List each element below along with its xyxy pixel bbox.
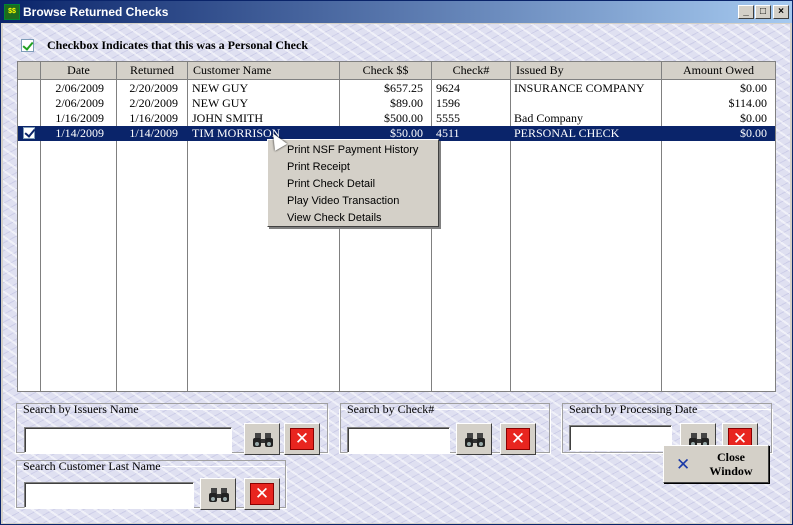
cell-customer: JOHN SMITH (192, 111, 264, 125)
column-header-check-number[interactable]: Check# (432, 62, 511, 80)
cell-check-number: 1596 (436, 96, 460, 110)
search-last-name-group: Search Customer Last Name ✕ (15, 459, 287, 510)
cell-check-amount: $500.00 (384, 111, 423, 125)
cell-returned: 1/16/2009 (129, 111, 178, 125)
table-row[interactable]: 1/16/2009 1/16/2009 JOHN SMITH $500.00 5… (18, 111, 775, 126)
app-icon: $$ (4, 4, 20, 20)
cell-returned: 2/20/2009 (129, 96, 178, 110)
search-check-number-input[interactable] (347, 427, 450, 453)
maximize-button[interactable]: □ (755, 5, 771, 19)
cell-check-amount: $657.25 (384, 81, 423, 95)
column-header-issued-by[interactable]: Issued By (511, 62, 662, 80)
red-x-icon: ✕ (290, 428, 314, 450)
cell-amount-owed: $0.00 (740, 81, 767, 95)
menu-item-print-nsf-payment-history[interactable]: Print NSF Payment History (268, 142, 438, 159)
column-header-check[interactable] (18, 62, 41, 80)
cell-check-number: 5555 (436, 111, 460, 125)
search-processing-date-input[interactable] (569, 425, 672, 451)
find-issuer-button[interactable] (244, 423, 280, 455)
cell-check-number: 4511 (436, 126, 460, 140)
search-processing-date-label: Search by Processing Date (569, 402, 698, 416)
cell-returned: 1/14/2009 (129, 126, 178, 140)
close-label-line2: Window (709, 464, 753, 478)
title-bar[interactable]: $$ Browse Returned Checks _ □ × (1, 1, 792, 23)
search-issuer-label: Search by Issuers Name (23, 402, 139, 416)
close-window-button[interactable]: ✕ Close Window (663, 445, 769, 483)
minimize-button[interactable]: _ (738, 5, 754, 19)
cell-amount-owed: $0.00 (740, 126, 767, 140)
personal-check-legend: Checkbox Indicates that this was a Perso… (21, 38, 308, 53)
cell-amount-owed: $0.00 (740, 111, 767, 125)
window-title: Browse Returned Checks (23, 5, 169, 19)
clear-issuer-button[interactable]: ✕ (284, 423, 320, 455)
cell-date: 2/06/2009 (55, 81, 104, 95)
cell-customer: NEW GUY (192, 81, 249, 95)
column-header-check-amount[interactable]: Check $$ (340, 62, 432, 80)
cell-customer: NEW GUY (192, 96, 249, 110)
binoculars-icon (253, 433, 273, 447)
search-check-number-label: Search by Check# (347, 402, 435, 416)
find-last-name-button[interactable] (200, 478, 236, 510)
table-row[interactable]: 2/06/2009 2/20/2009 NEW GUY $657.25 9624… (18, 81, 775, 96)
column-header-amount-owed[interactable]: Amount Owed (662, 62, 775, 80)
cell-issued-by: INSURANCE COMPANY (514, 81, 645, 95)
menu-item-view-check-details[interactable]: View Check Details (268, 210, 438, 227)
red-x-icon: ✕ (506, 428, 530, 450)
cell-issued-by: PERSONAL CHECK (514, 126, 620, 140)
red-x-icon: ✕ (250, 483, 274, 505)
cell-amount-owed: $114.00 (728, 96, 767, 110)
close-window-title-button[interactable]: × (773, 5, 789, 19)
search-issuer-input[interactable] (24, 427, 232, 453)
cell-check-number: 9624 (436, 81, 460, 95)
cell-date: 2/06/2009 (55, 96, 104, 110)
cell-date: 1/14/2009 (55, 126, 104, 140)
browse-returned-checks-window: $$ Browse Returned Checks _ □ × Checkbox… (0, 0, 793, 525)
binoculars-icon (209, 488, 229, 502)
find-check-number-button[interactable] (456, 423, 492, 455)
close-label-line1: Close (717, 450, 745, 464)
column-header-customer-name[interactable]: Customer Name (188, 62, 340, 80)
personal-check-checkbox[interactable] (23, 127, 35, 139)
search-last-name-label: Search Customer Last Name (23, 459, 161, 473)
clear-last-name-button[interactable]: ✕ (244, 478, 280, 510)
clear-check-number-button[interactable]: ✕ (500, 423, 536, 455)
legend-checkbox (21, 39, 34, 52)
table-row[interactable]: 2/06/2009 2/20/2009 NEW GUY $89.00 1596 … (18, 96, 775, 111)
menu-item-print-check-detail[interactable]: Print Check Detail (268, 176, 438, 193)
blue-x-icon: ✕ (676, 455, 691, 475)
cell-returned: 2/20/2009 (129, 81, 178, 95)
menu-item-play-video-transaction[interactable]: Play Video Transaction (268, 193, 438, 210)
search-last-name-input[interactable] (24, 482, 194, 508)
search-issuer-group: Search by Issuers Name ✕ (15, 402, 329, 455)
binoculars-icon (465, 433, 485, 447)
cell-date: 1/16/2009 (55, 111, 104, 125)
context-menu: Print NSF Payment History Print Receipt … (267, 139, 439, 227)
menu-item-print-receipt[interactable]: Print Receipt (268, 159, 438, 176)
column-header-date[interactable]: Date (41, 62, 117, 80)
close-window-label: Close Window (700, 450, 762, 478)
cell-check-amount: $89.00 (390, 96, 423, 110)
column-header-returned[interactable]: Returned (117, 62, 188, 80)
legend-text: Checkbox Indicates that this was a Perso… (47, 38, 309, 52)
search-check-number-group: Search by Check# ✕ (339, 402, 551, 455)
cell-issued-by: Bad Company (514, 111, 583, 125)
